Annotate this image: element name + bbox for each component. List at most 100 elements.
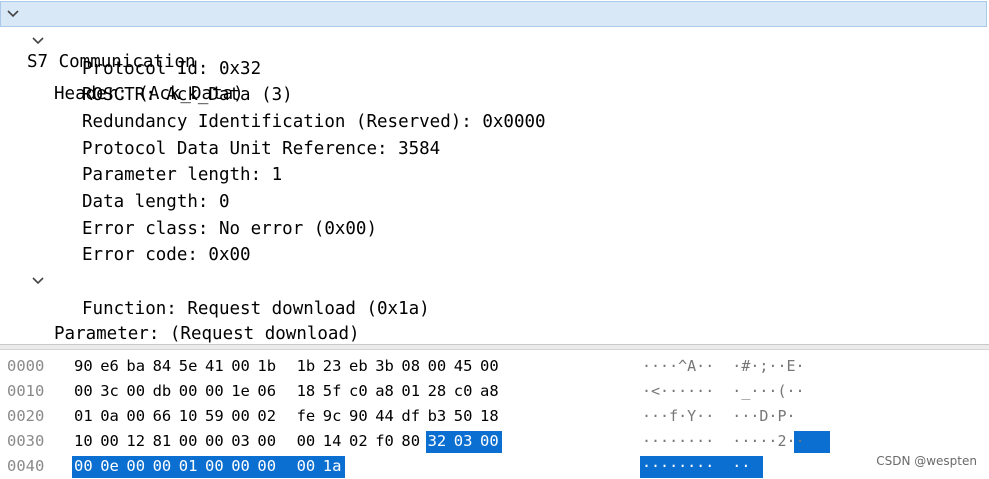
tree-item-parameter[interactable]: Parameter: (Request download) (0, 269, 989, 344)
hex-byte[interactable]: 00 (205, 429, 224, 454)
hex-byte[interactable]: 1b (257, 354, 276, 379)
tree-field-rosctr[interactable]: ROSCTR: Ack_Data (3) (82, 82, 293, 108)
hex-byte[interactable]: 0e (100, 454, 119, 479)
tree-field-label: Function: Request download (0x1a) (82, 299, 430, 319)
hex-byte[interactable]: 45 (454, 354, 473, 379)
hex-byte[interactable]: 00 (126, 379, 145, 404)
hex-byte[interactable]: 00 (257, 454, 276, 479)
hex-byte[interactable]: 81 (153, 429, 172, 454)
hex-ascii[interactable]: ········ ·· (642, 454, 750, 479)
hex-byte[interactable]: e6 (100, 354, 119, 379)
tree-field-label: Parameter length: 1 (82, 165, 283, 185)
hex-byte[interactable]: c0 (349, 379, 368, 404)
chevron-down-icon[interactable] (6, 2, 20, 26)
hex-byte[interactable]: 01 (179, 454, 198, 479)
tree-field-error-code[interactable]: Error code: 0x00 (82, 242, 251, 268)
hex-byte[interactable]: fe (297, 404, 316, 429)
hex-byte[interactable]: 06 (257, 379, 276, 404)
hex-byte[interactable]: 5f (323, 379, 342, 404)
hex-byte[interactable]: 00 (179, 429, 198, 454)
hex-byte[interactable]: 00 (153, 454, 172, 479)
hex-row: 0000 90 e6 ba 84 5e 41 00 1b 1b 23 eb 3b 08 00 45 00 ····… (0, 354, 989, 379)
hex-byte[interactable]: 01 (74, 404, 93, 429)
hex-byte[interactable]: 18 (297, 379, 316, 404)
hex-byte[interactable]: 08 (401, 354, 420, 379)
hex-byte[interactable]: 02 (349, 429, 368, 454)
hex-row: 0040 00 0e 00 00 01 00 00 00 00 1a ········ ·· (0, 454, 989, 479)
hex-byte[interactable]: 18 (480, 404, 499, 429)
hex-byte[interactable]: 90 (74, 354, 93, 379)
tree-field-data-length[interactable]: Data length: 0 (82, 189, 230, 215)
hex-byte[interactable]: 00 (480, 354, 499, 379)
hex-byte[interactable]: 41 (205, 354, 224, 379)
tree-field-protocol-id[interactable]: Protocol Id: 0x32 (82, 56, 261, 82)
hex-byte[interactable]: 1b (297, 354, 316, 379)
hex-byte[interactable]: 00 (74, 379, 93, 404)
hex-byte[interactable]: a8 (375, 379, 394, 404)
hex-ascii[interactable]: ·<······ ·_···(·· (642, 379, 805, 404)
hex-byte[interactable]: 9c (323, 404, 342, 429)
hex-byte[interactable]: c0 (454, 379, 473, 404)
tree-field-parameter-length[interactable]: Parameter length: 1 (82, 162, 282, 188)
hex-byte[interactable]: 10 (74, 429, 93, 454)
hex-byte[interactable]: 14 (323, 429, 342, 454)
hex-byte[interactable]: 03 (454, 429, 473, 454)
hex-byte[interactable]: 00 (205, 454, 224, 479)
hex-byte[interactable]: 10 (179, 404, 198, 429)
chevron-down-icon[interactable] (31, 29, 45, 53)
tree-item-header[interactable]: Header: (Ack_Data) (0, 29, 989, 104)
hex-byte[interactable]: 3b (375, 354, 394, 379)
hex-byte[interactable]: 28 (428, 379, 447, 404)
hex-byte[interactable]: 1a (323, 454, 342, 479)
hex-byte[interactable]: 00 (126, 404, 145, 429)
tree-field-function[interactable]: Function: Request download (0x1a) (82, 296, 430, 322)
tree-field-label: Redundancy Identification (Reserved): 0x… (82, 112, 546, 132)
hex-ascii[interactable]: ········ ·····2·· (642, 429, 805, 454)
hex-ascii[interactable]: ···f·Y·· ···D·P· (642, 404, 796, 429)
hex-byte[interactable]: 00 (428, 354, 447, 379)
hex-byte[interactable]: 02 (257, 404, 276, 429)
hex-byte[interactable]: 32 (428, 429, 447, 454)
hex-byte[interactable]: 0a (100, 404, 119, 429)
hex-byte[interactable]: 03 (231, 429, 250, 454)
hex-byte[interactable]: 50 (454, 404, 473, 429)
hex-byte[interactable]: 00 (297, 429, 316, 454)
hex-byte[interactable]: 00 (74, 454, 93, 479)
hex-byte[interactable]: ba (126, 354, 145, 379)
hex-byte[interactable]: 90 (349, 404, 368, 429)
tree-field-error-class[interactable]: Error class: No error (0x00) (82, 216, 377, 242)
hex-byte[interactable]: 00 (231, 404, 250, 429)
hex-byte[interactable]: 1e (231, 379, 250, 404)
hex-byte[interactable]: 23 (323, 354, 342, 379)
hex-byte[interactable]: 12 (126, 429, 145, 454)
hex-byte[interactable]: f0 (375, 429, 394, 454)
hex-byte[interactable]: 59 (205, 404, 224, 429)
tree-item-s7-communication[interactable]: S7 Communication (0, 1, 987, 72)
hex-byte[interactable]: 00 (205, 379, 224, 404)
hex-byte[interactable]: 3c (100, 379, 119, 404)
hex-byte[interactable]: 44 (375, 404, 394, 429)
tree-field-redundancy-id[interactable]: Redundancy Identification (Reserved): 0x… (82, 109, 546, 135)
tree-field-pdu-reference[interactable]: Protocol Data Unit Reference: 3584 (82, 136, 440, 162)
hex-byte[interactable]: 80 (401, 429, 420, 454)
hex-byte[interactable]: 00 (179, 379, 198, 404)
hex-byte[interactable]: 5e (179, 354, 198, 379)
hex-byte[interactable]: 01 (401, 379, 420, 404)
hex-byte[interactable]: 00 (231, 454, 250, 479)
hex-byte[interactable]: df (401, 404, 420, 429)
hex-byte[interactable]: 00 (231, 354, 250, 379)
chevron-down-icon[interactable] (31, 269, 45, 293)
hex-byte[interactable]: eb (349, 354, 368, 379)
hex-byte[interactable]: 00 (100, 429, 119, 454)
hex-byte[interactable]: 84 (153, 354, 172, 379)
hex-ascii[interactable]: ····^A·· ·#·;··E· (642, 354, 805, 379)
hex-byte[interactable]: 00 (257, 429, 276, 454)
hex-byte[interactable]: 00 (126, 454, 145, 479)
hex-byte[interactable]: 66 (153, 404, 172, 429)
hex-byte[interactable]: a8 (480, 379, 499, 404)
hex-byte[interactable]: 00 (480, 429, 499, 454)
hex-byte[interactable]: b3 (428, 404, 447, 429)
hex-byte[interactable]: 00 (297, 454, 316, 479)
hex-byte[interactable]: db (153, 379, 172, 404)
tree-field-label: Protocol Data Unit Reference: 3584 (82, 139, 441, 159)
